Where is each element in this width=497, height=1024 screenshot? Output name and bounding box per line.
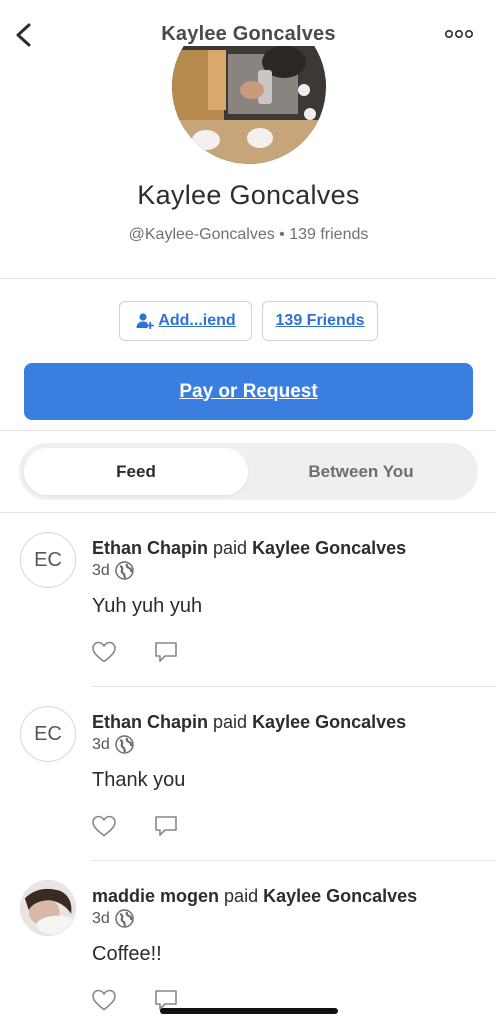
globe-icon <box>115 561 134 580</box>
heart-icon[interactable] <box>91 988 117 1012</box>
story-time: 3d <box>92 909 110 927</box>
divider <box>92 686 497 687</box>
story-note: Coffee!! <box>92 943 162 965</box>
heart-icon[interactable] <box>91 814 117 838</box>
feed-story[interactable]: maddie mogen paid Kaylee Goncalves 3d Co… <box>0 880 497 1024</box>
add-friend-label: Add...iend <box>158 312 236 329</box>
tab-between-you[interactable]: Between You <box>249 448 473 495</box>
friends-count-label: 139 Friends <box>275 312 365 329</box>
divider <box>0 278 497 279</box>
story-meta: 3d <box>92 735 134 754</box>
avatar[interactable]: EC <box>20 532 76 588</box>
story-meta: 3d <box>92 561 134 580</box>
globe-icon <box>115 735 134 754</box>
page-title: Kaylee Goncalves <box>161 23 336 45</box>
story-headline: Ethan Chapin paid Kaylee Goncalves <box>92 712 406 733</box>
feed-story[interactable]: EC Ethan Chapin paid Kaylee Goncalves 3d… <box>0 706 497 861</box>
heart-icon[interactable] <box>91 640 117 664</box>
avatar[interactable]: EC <box>20 706 76 762</box>
pay-or-request-label: Pay or Request <box>179 380 318 402</box>
divider <box>0 430 497 431</box>
story-verb: paid <box>224 886 259 906</box>
story-actor[interactable]: Ethan Chapin <box>92 712 208 732</box>
story-actor[interactable]: maddie mogen <box>92 886 219 906</box>
globe-icon <box>115 909 134 928</box>
add-friend-button[interactable]: Add...iend <box>119 301 252 341</box>
story-headline: maddie mogen paid Kaylee Goncalves <box>92 886 417 907</box>
profile-username-friends: @Kaylee-Goncalves • 139 friends <box>128 226 369 243</box>
profile-name: Kaylee Goncalves <box>137 180 360 210</box>
tab-feed[interactable]: Feed <box>24 448 248 495</box>
pay-or-request-button[interactable]: Pay or Request <box>24 363 473 420</box>
user-photo <box>21 881 75 935</box>
divider <box>0 512 497 513</box>
story-target[interactable]: Kaylee Goncalves <box>252 712 406 732</box>
avatar[interactable] <box>20 880 76 936</box>
feed-story[interactable]: EC Ethan Chapin paid Kaylee Goncalves 3d… <box>0 532 497 687</box>
story-meta: 3d <box>92 909 134 928</box>
story-time: 3d <box>92 735 110 753</box>
story-time: 3d <box>92 561 110 579</box>
comment-icon[interactable] <box>153 640 179 664</box>
comment-icon[interactable] <box>153 814 179 838</box>
feed-segmented-control: Feed Between You <box>19 443 478 500</box>
story-target[interactable]: Kaylee Goncalves <box>263 886 417 906</box>
divider <box>92 860 497 861</box>
add-person-icon <box>136 313 155 329</box>
story-verb: paid <box>213 712 248 732</box>
story-note: Thank you <box>92 769 186 791</box>
story-target[interactable]: Kaylee Goncalves <box>252 538 406 558</box>
profile-photo[interactable] <box>172 46 326 164</box>
friends-count-button[interactable]: 139 Friends <box>262 301 378 341</box>
story-actor[interactable]: Ethan Chapin <box>92 538 208 558</box>
home-indicator[interactable] <box>160 1008 338 1014</box>
story-headline: Ethan Chapin paid Kaylee Goncalves <box>92 538 406 559</box>
story-verb: paid <box>213 538 248 558</box>
story-note: Yuh yuh yuh <box>92 595 203 617</box>
more-options-icon[interactable] <box>445 28 473 40</box>
